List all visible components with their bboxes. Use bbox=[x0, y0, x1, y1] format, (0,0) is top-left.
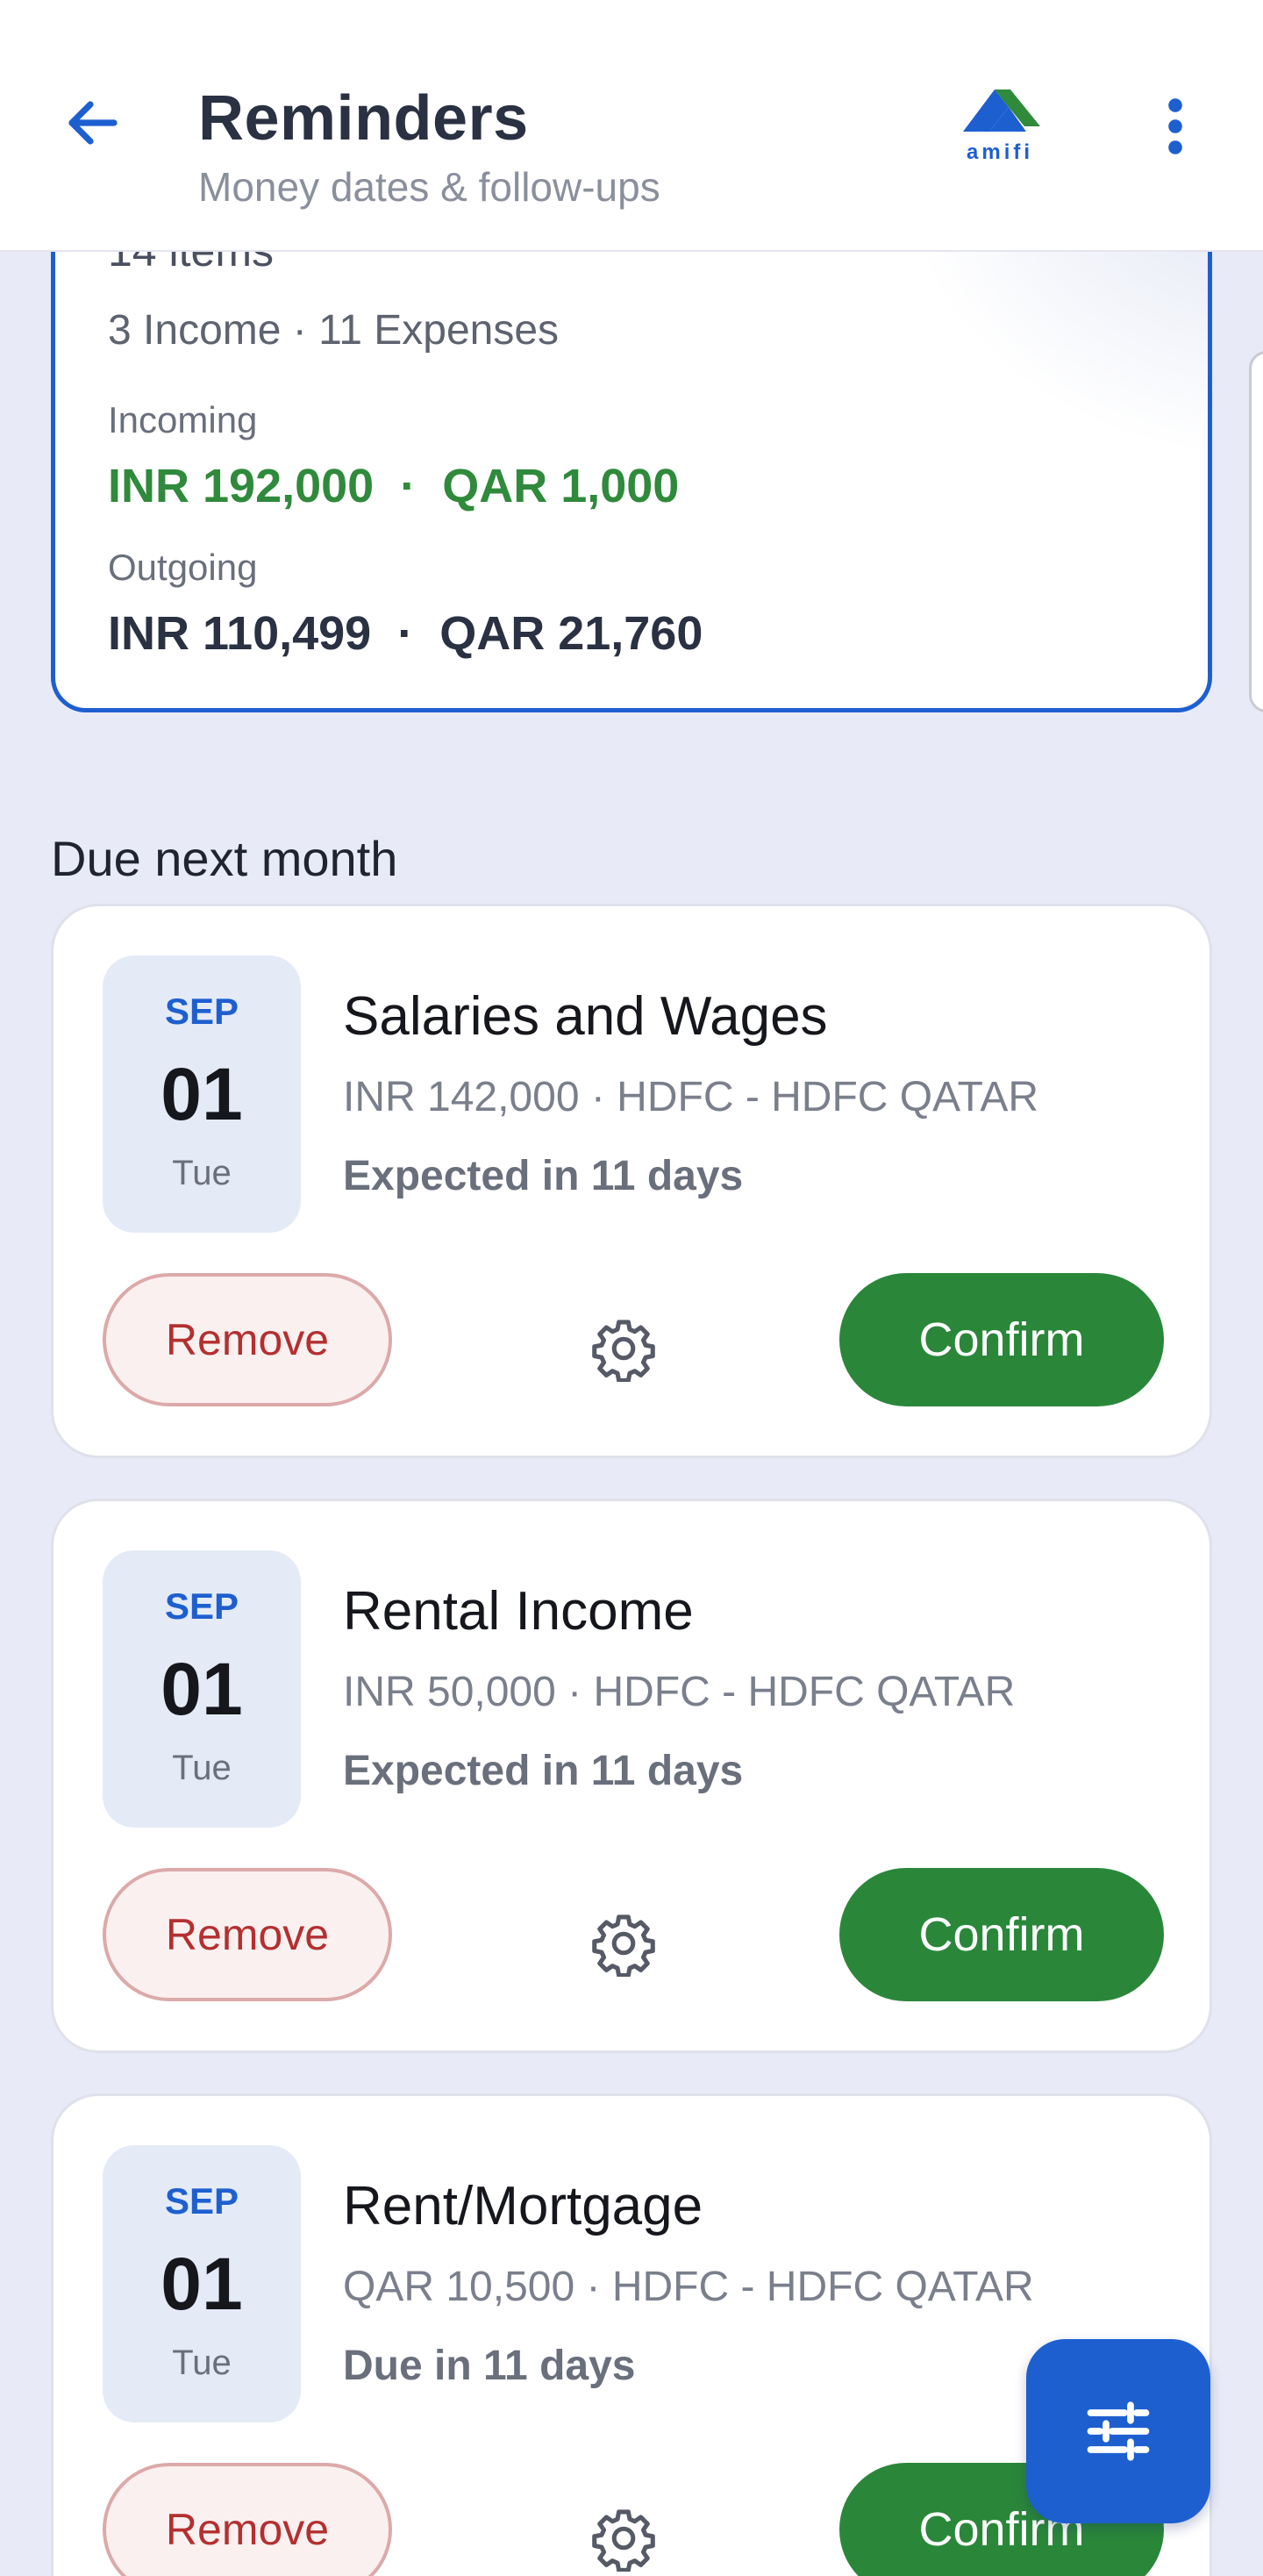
section-title: Due next month bbox=[51, 831, 398, 886]
gear-icon[interactable] bbox=[580, 1900, 667, 1987]
date-weekday: Tue bbox=[172, 1749, 232, 1787]
date-day: 01 bbox=[161, 1648, 243, 1730]
confirm-button[interactable]: Confirm bbox=[839, 1868, 1164, 2001]
confirm-button[interactable]: Confirm bbox=[839, 1273, 1164, 1406]
more-vertical-icon bbox=[1168, 98, 1182, 154]
incoming-value: INR 192,000 · QAR 1,000 bbox=[108, 460, 680, 512]
reminder-amount-account: INR 50,000 · HDFC - HDFC QATAR bbox=[343, 1669, 1016, 1715]
logo-text: amifi bbox=[967, 140, 1034, 164]
date-weekday: Tue bbox=[172, 2343, 232, 2382]
next-summary-card-peek[interactable] bbox=[1249, 351, 1263, 712]
reminders-screen: 14 items 3 Income · 11 Expenses Incoming… bbox=[0, 0, 1263, 2576]
date-tile: SEP 01 Tue bbox=[103, 955, 301, 1233]
date-tile: SEP 01 Tue bbox=[103, 1550, 301, 1828]
date-day: 01 bbox=[161, 1053, 243, 1135]
incoming-label: Incoming bbox=[108, 399, 258, 440]
app-bar: Reminders Money dates & follow-ups amifi bbox=[0, 0, 1263, 252]
summary-card[interactable]: 14 items 3 Income · 11 Expenses Incoming… bbox=[51, 175, 1212, 712]
outgoing-value: INR 110,499 · QAR 21,760 bbox=[108, 607, 703, 660]
filter-fab[interactable] bbox=[1026, 2339, 1210, 2523]
gear-icon[interactable] bbox=[580, 1305, 667, 1392]
date-month: SEP bbox=[164, 991, 239, 1032]
back-button[interactable] bbox=[51, 81, 135, 165]
reminder-title: Salaries and Wages bbox=[343, 986, 828, 1047]
reminder-status: Expected in 11 days bbox=[343, 1153, 744, 1199]
date-month: SEP bbox=[164, 2180, 239, 2222]
reminder-amount-account: INR 142,000 · HDFC - HDFC QATAR bbox=[343, 1074, 1039, 1120]
reminder-card[interactable]: SEP 01 Tue Salaries and Wages INR 142,00… bbox=[51, 904, 1212, 1458]
reminder-status: Expected in 11 days bbox=[343, 1748, 744, 1794]
outgoing-label: Outgoing bbox=[108, 547, 258, 588]
more-options-button[interactable] bbox=[1140, 84, 1210, 168]
remove-button[interactable]: Remove bbox=[103, 2463, 392, 2576]
reminder-amount-account: QAR 10,500 · HDFC - HDFC QATAR bbox=[343, 2264, 1034, 2310]
gear-icon[interactable] bbox=[580, 2494, 667, 2576]
summary-breakdown: 3 Income · 11 Expenses bbox=[108, 307, 560, 354]
date-month: SEP bbox=[164, 1585, 239, 1627]
date-day: 01 bbox=[161, 2243, 243, 2325]
reminder-title: Rental Income bbox=[343, 1581, 694, 1642]
date-weekday: Tue bbox=[172, 1154, 232, 1192]
date-tile: SEP 01 Tue bbox=[103, 2145, 301, 2422]
page-subtitle: Money dates & follow-ups bbox=[198, 164, 660, 210]
remove-button[interactable]: Remove bbox=[103, 1273, 392, 1406]
reminder-title: Rent/Mortgage bbox=[343, 2176, 703, 2236]
sliders-icon bbox=[1087, 2401, 1150, 2461]
page-title: Reminders bbox=[198, 83, 529, 154]
reminder-status: Due in 11 days bbox=[343, 2343, 636, 2389]
remove-button[interactable]: Remove bbox=[103, 1868, 392, 2001]
reminder-card[interactable]: SEP 01 Tue Rental Income INR 50,000 · HD… bbox=[51, 1499, 1212, 2053]
arrow-left-icon bbox=[68, 101, 118, 145]
